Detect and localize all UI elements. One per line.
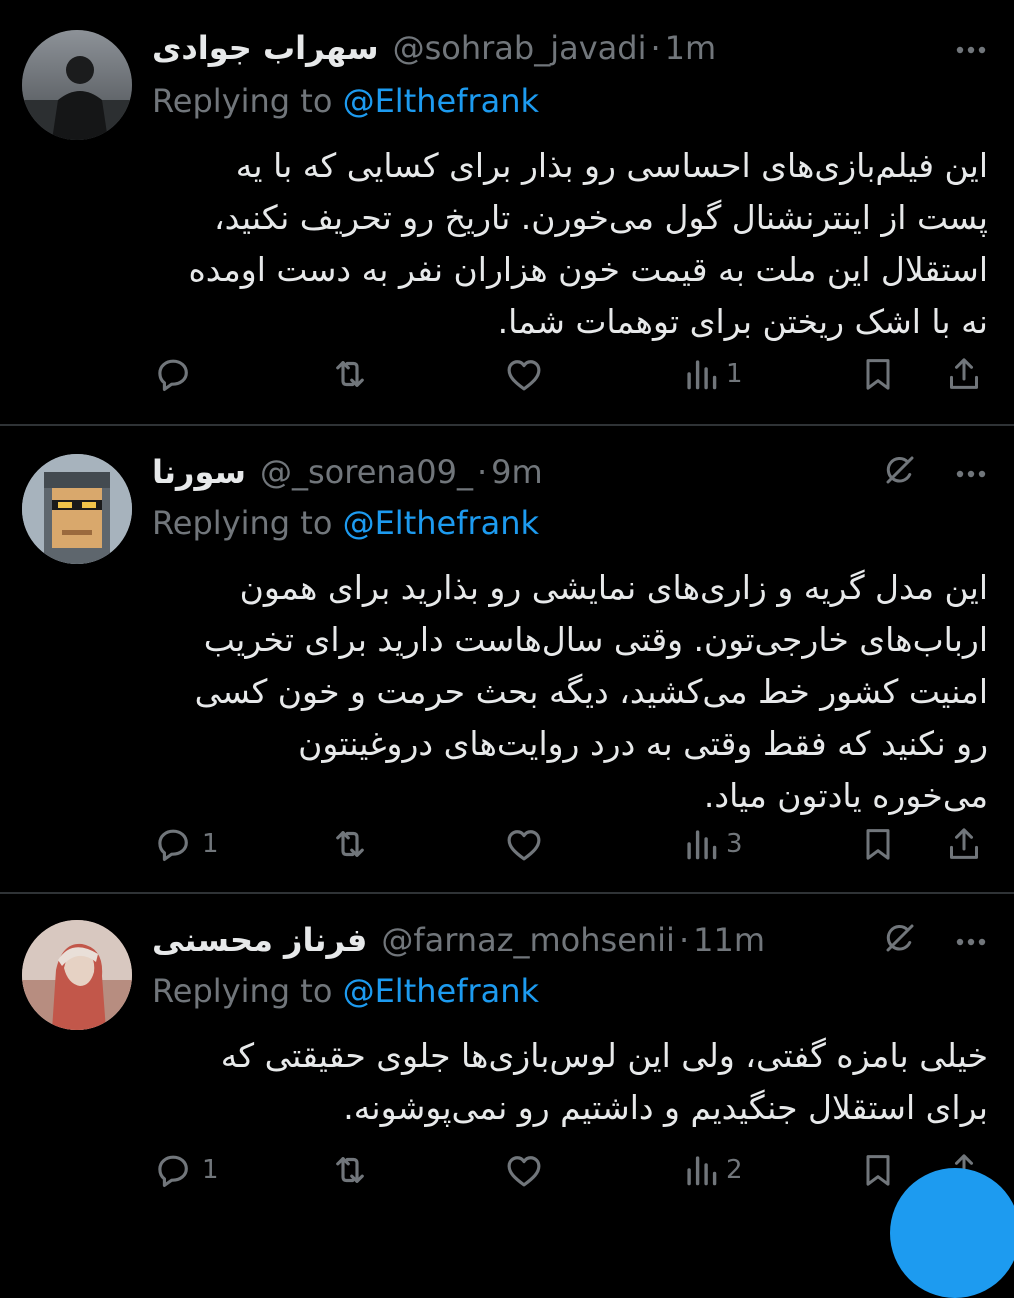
replying-prefix: Replying to: [152, 82, 343, 120]
bookmark-button[interactable]: [858, 350, 898, 398]
tweet-header: سورنا @_sorena09_ · 9m: [152, 450, 974, 494]
more-icon[interactable]: [956, 463, 986, 482]
more-icon[interactable]: [956, 931, 986, 950]
avatar[interactable]: [22, 920, 132, 1030]
display-name[interactable]: سورنا: [152, 453, 246, 491]
user-handle[interactable]: @farnaz_mohsenii: [381, 921, 675, 959]
separator-dot: ·: [650, 29, 661, 67]
tweet[interactable]: سورنا @_sorena09_ · 9m Replying to @Elth…: [0, 426, 1014, 892]
replying-to: Replying to @Elthefrank: [152, 504, 539, 542]
tweet-text-line: برای استقلال جنگیدیم و داشتیم رو نمی‌پوش…: [343, 1088, 988, 1127]
reply-count: 1: [202, 1155, 219, 1185]
replying-to: Replying to @Elthefrank: [152, 82, 539, 120]
tweet[interactable]: سهراب جوادی @sohrab_javadi · 1m Replying…: [0, 0, 1014, 424]
reply-button[interactable]: 1: [152, 1146, 219, 1194]
bookmark-button[interactable]: [858, 820, 898, 868]
tweet-text-line: استقلال این ملت به قیمت خون هزاران نفر ب…: [188, 250, 988, 289]
tweet-text: این فیلم‌بازی‌های احساسی رو بذار برای کس…: [148, 140, 988, 348]
more-icon[interactable]: [956, 39, 986, 58]
tweet-text-line: این فیلم‌بازی‌های احساسی رو بذار برای کس…: [235, 146, 988, 185]
bookmark-icon: [866, 1155, 890, 1186]
views-icon: [687, 360, 717, 390]
views-count: 1: [726, 359, 743, 389]
retweet-icon: [336, 831, 364, 857]
tweet-actions: 1 3: [0, 820, 1014, 868]
avatar-image: [22, 454, 132, 564]
avatar-image: [22, 920, 132, 1030]
views-button[interactable]: 3: [684, 820, 743, 868]
tweet-header: فرناز محسنی @farnaz_mohsenii · 11m: [152, 918, 974, 962]
views-icon: [687, 1156, 717, 1186]
replying-to-mention[interactable]: @Elthefrank: [343, 972, 539, 1010]
views-count: 2: [726, 1155, 743, 1185]
tweet-text: خیلی بامزه گفتی، ولی این لوس‌بازی‌ها جلو…: [148, 1030, 988, 1134]
reply-icon: [158, 829, 188, 861]
display-name[interactable]: فرناز محسنی: [152, 921, 367, 959]
like-button[interactable]: [502, 1146, 546, 1194]
tweet-text-line: ارباب‌های خارجی‌تون. وقتی سال‌هاست دارید…: [203, 620, 988, 659]
retweet-icon: [336, 361, 364, 387]
grok-icon[interactable]: [882, 920, 918, 960]
replying-prefix: Replying to: [152, 504, 343, 542]
reply-count: 1: [202, 829, 219, 859]
tweet-actions: 1: [0, 350, 1014, 398]
compose-button[interactable]: [890, 1168, 1014, 1298]
reply-button[interactable]: 1: [152, 820, 219, 868]
tweet-header: سهراب جوادی @sohrab_javadi · 1m: [152, 26, 974, 70]
grok-icon[interactable]: [882, 452, 918, 492]
replying-to: Replying to @Elthefrank: [152, 972, 539, 1010]
tweet-text-line: می‌خوره یادتون میاد.: [703, 776, 988, 815]
bookmark-button[interactable]: [858, 1146, 898, 1194]
like-button[interactable]: [502, 820, 546, 868]
views-button[interactable]: 2: [684, 1146, 743, 1194]
retweet-button[interactable]: [328, 1146, 372, 1194]
tweet-text-line: امنیت کشور خط می‌کشید، دیگه بحث حرمت و خ…: [194, 672, 988, 711]
tweet-text: این مدل گریه و زاری‌های نمایشی رو بذارید…: [148, 562, 988, 822]
like-icon: [507, 360, 541, 391]
reply-icon: [158, 359, 188, 391]
like-button[interactable]: [502, 350, 546, 398]
tweet-text-line: خیلی بامزه گفتی، ولی این لوس‌بازی‌ها جلو…: [220, 1036, 988, 1075]
views-button[interactable]: 1: [684, 350, 743, 398]
bookmark-icon: [866, 829, 890, 860]
tweet[interactable]: فرناز محسنی @farnaz_mohsenii · 11m Reply…: [0, 894, 1014, 1200]
retweet-button[interactable]: [328, 820, 372, 868]
bookmark-icon: [866, 359, 890, 390]
share-icon: [950, 358, 978, 389]
like-icon: [507, 830, 541, 861]
replying-to-mention[interactable]: @Elthefrank: [343, 82, 539, 120]
timestamp[interactable]: 11m: [693, 921, 765, 959]
share-icon: [950, 828, 978, 859]
views-icon: [687, 830, 717, 860]
avatar-image: [22, 30, 132, 140]
tweet-text-line: رو نکنید که فقط وقتی به درد روایت‌های در…: [298, 724, 988, 763]
tweet-text-line: پست از اینترنشنال گول می‌خورن. تاریخ رو …: [213, 198, 988, 237]
share-button[interactable]: [944, 820, 984, 868]
tweet-actions: 1 2: [0, 1146, 1014, 1194]
avatar[interactable]: [22, 454, 132, 564]
separator-dot: ·: [678, 921, 690, 959]
user-handle[interactable]: @sohrab_javadi: [393, 29, 647, 67]
avatar[interactable]: [22, 30, 132, 140]
timestamp[interactable]: 9m: [491, 453, 543, 491]
retweet-icon: [336, 1157, 364, 1183]
timestamp[interactable]: 1m: [665, 29, 717, 67]
reply-icon: [158, 1155, 188, 1187]
like-icon: [507, 1156, 541, 1187]
replying-prefix: Replying to: [152, 972, 343, 1010]
share-button[interactable]: [944, 350, 984, 398]
tweet-text-line: نه با اشک ریختن برای توهمات شما.: [497, 302, 988, 341]
retweet-button[interactable]: [328, 350, 372, 398]
replying-to-mention[interactable]: @Elthefrank: [343, 504, 539, 542]
tweet-text-line: این مدل گریه و زاری‌های نمایشی رو بذارید…: [239, 568, 988, 607]
reply-button[interactable]: [152, 350, 202, 398]
separator-dot: ·: [476, 453, 488, 491]
user-handle[interactable]: @_sorena09_: [260, 453, 473, 491]
views-count: 3: [726, 829, 743, 859]
display-name[interactable]: سهراب جوادی: [152, 29, 379, 67]
